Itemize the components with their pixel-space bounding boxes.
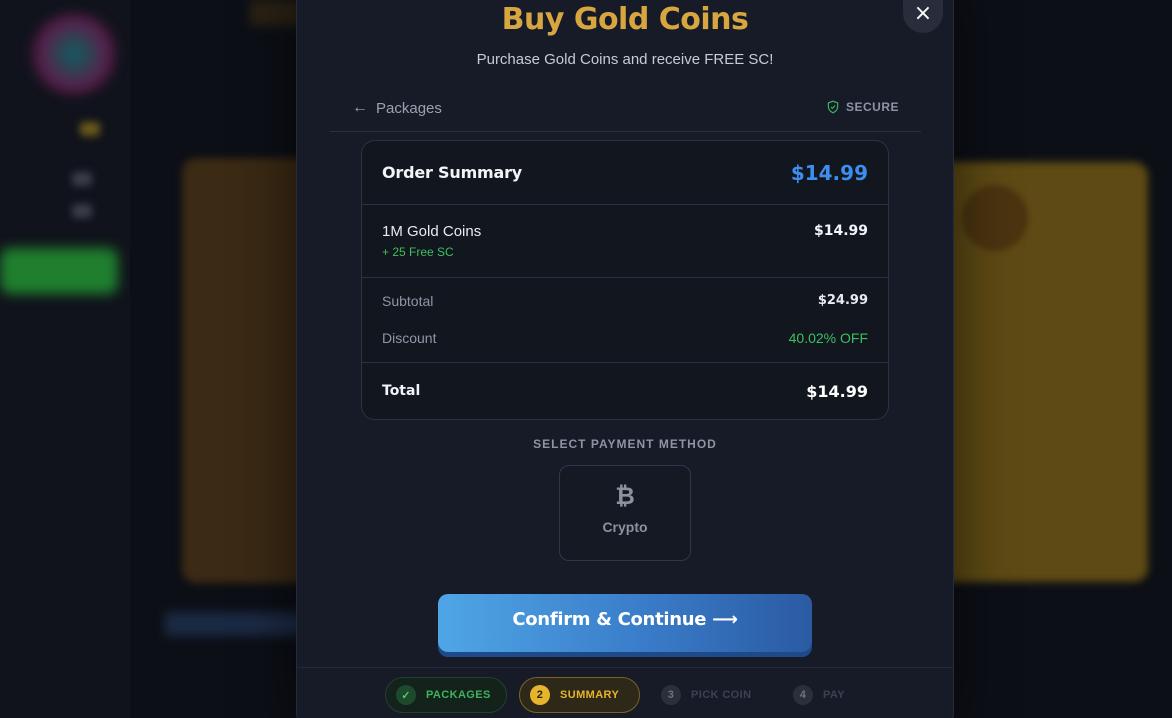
discount-value: 40.02% OFF — [788, 330, 868, 346]
step-label: PICK COIN — [691, 689, 752, 701]
total-label: Total — [382, 383, 421, 399]
modal-title: Buy Gold Coins — [501, 2, 749, 37]
back-link-label: Packages — [376, 99, 442, 117]
background-sidebar — [0, 0, 130, 718]
step-label: SUMMARY — [560, 689, 620, 701]
step-pay: 4 PAY — [783, 677, 873, 713]
step-label: PAY — [823, 689, 845, 701]
arrow-left-icon: ← — [352, 99, 368, 116]
discount-row: Discount 40.02% OFF — [382, 330, 868, 346]
footer-divider — [296, 667, 954, 668]
back-to-packages-link[interactable]: ← Packages — [352, 99, 442, 117]
secure-label: SECURE — [845, 100, 899, 114]
step-number: 3 — [661, 685, 681, 705]
step-label: PACKAGES — [426, 689, 491, 701]
item-bonus: + 25 Free SC — [382, 245, 454, 259]
subtotal-value: $24.99 — [817, 293, 868, 308]
close-icon: × — [913, 1, 933, 26]
bitcoin-icon: ₿ — [615, 482, 635, 510]
step-number: 4 — [793, 685, 813, 705]
modal-subtitle: Purchase Gold Coins and receive FREE SC! — [476, 51, 774, 68]
checkout-steps: ✓ PACKAGES 2 SUMMARY 3 PICK COIN 4 PAY — [0, 677, 1172, 717]
subtotal-row: Subtotal $24.99 — [382, 293, 868, 309]
item-price: $14.99 — [813, 223, 868, 239]
step-pick-coin: 3 PICK COIN — [651, 677, 781, 713]
step-packages[interactable]: ✓ PACKAGES — [385, 677, 507, 713]
subtotal-label: Subtotal — [382, 293, 434, 309]
step-number: 2 — [530, 685, 550, 705]
background-coin — [962, 185, 1028, 251]
total-row: Total $14.99 — [362, 363, 888, 419]
background-decoration — [80, 122, 100, 136]
background-button — [0, 248, 118, 294]
modal-nav-row: ← Packages SECURE — [330, 96, 921, 132]
background-avatar — [28, 14, 120, 94]
background-decoration — [72, 204, 92, 218]
discount-label: Discount — [382, 330, 437, 346]
total-value: $14.99 — [806, 381, 868, 401]
secure-badge: SECURE — [826, 100, 899, 114]
order-summary-heading: Order Summary — [382, 163, 523, 182]
payment-method-crypto[interactable]: ₿ Crypto — [559, 465, 691, 561]
order-line-item: 1M Gold Coins + 25 Free SC $14.99 — [362, 205, 888, 278]
order-summary-card: Order Summary $14.99 1M Gold Coins + 25 … — [361, 140, 889, 420]
item-name: 1M Gold Coins — [382, 223, 482, 240]
order-summary-amount: $14.99 — [790, 160, 868, 185]
order-summary-header: Order Summary $14.99 — [362, 141, 888, 205]
order-breakdown: Subtotal $24.99 Discount 40.02% OFF — [362, 278, 888, 363]
confirm-continue-button[interactable]: Confirm & Continue ⟶ — [438, 594, 812, 652]
background-decoration — [165, 612, 305, 636]
step-summary: 2 SUMMARY — [519, 677, 640, 713]
shield-check-icon — [827, 100, 839, 114]
payment-method-label: SELECT PAYMENT METHOD — [533, 437, 717, 451]
check-icon: ✓ — [396, 685, 416, 705]
payment-method-label-crypto: Crypto — [602, 519, 648, 535]
background-decoration — [72, 172, 92, 186]
